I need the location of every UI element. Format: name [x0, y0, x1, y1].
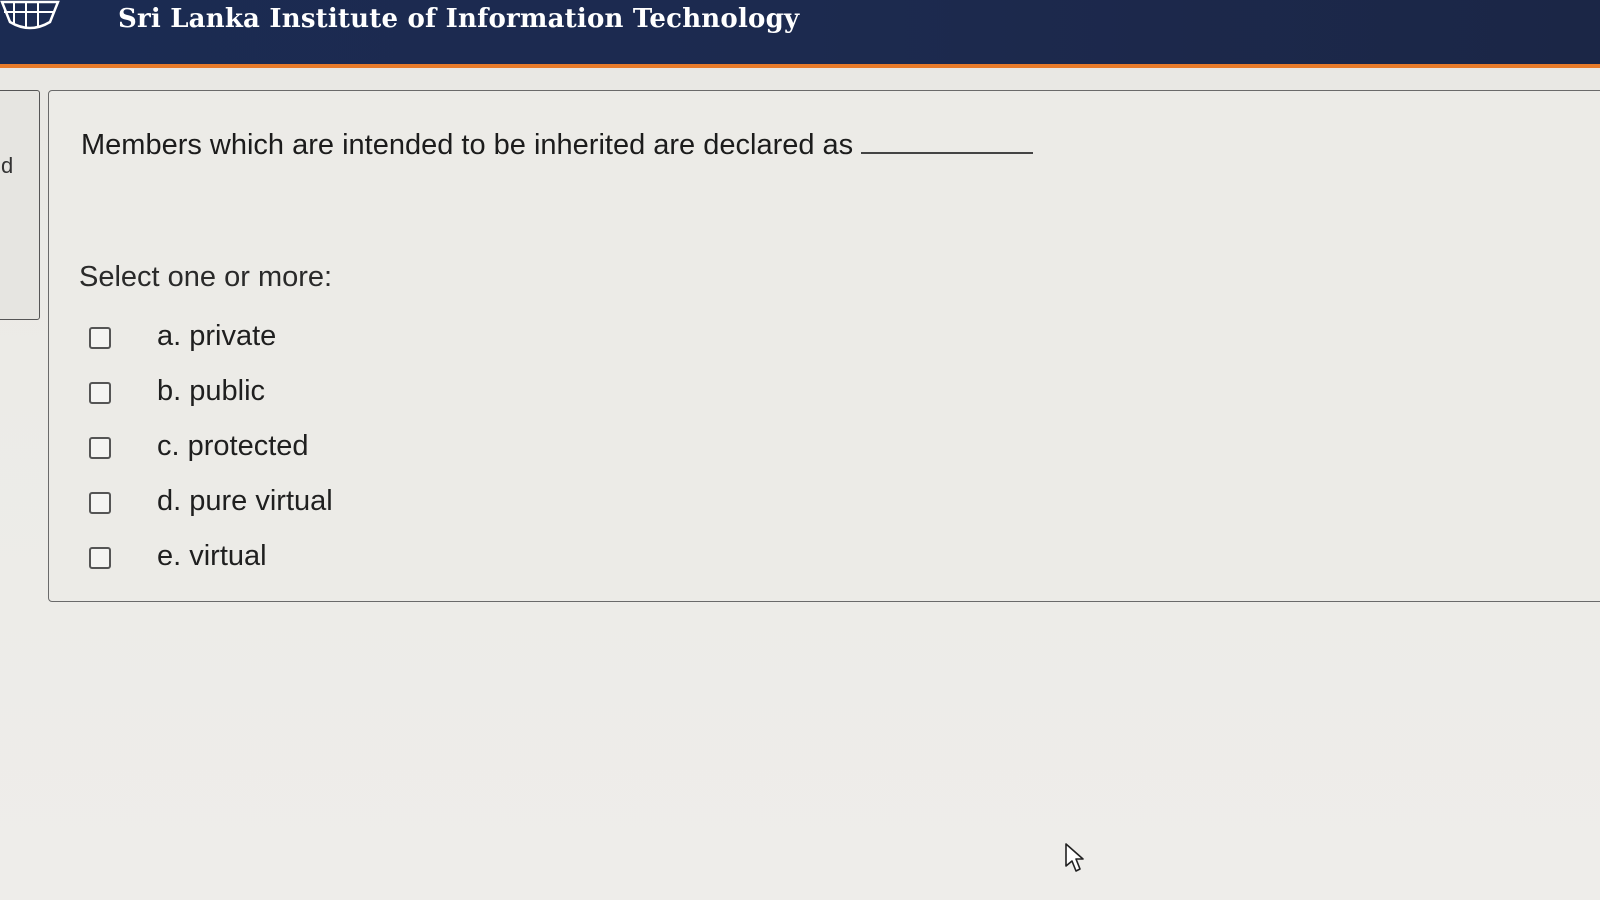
- option-e-checkbox[interactable]: [89, 546, 111, 569]
- mouse-pointer-icon: [1065, 843, 1084, 872]
- option-a-label[interactable]: a. private: [157, 320, 276, 353]
- option-a[interactable]: a. private: [89, 309, 333, 364]
- site-title[interactable]: Sri Lanka Institute of Information Techn…: [118, 4, 799, 34]
- side-panel: d: [0, 90, 40, 320]
- sliit-crest-icon[interactable]: [0, 0, 62, 34]
- answer-blank: [861, 130, 1034, 154]
- option-b-label[interactable]: b. public: [157, 375, 265, 408]
- option-b[interactable]: b. public: [89, 364, 333, 419]
- option-e[interactable]: e. virtual: [89, 529, 333, 584]
- option-d-checkbox[interactable]: [89, 491, 111, 514]
- question-stem: Members which are intended to be inherit…: [81, 129, 854, 161]
- answer-options: a. private b. public c. protected d. pur…: [89, 309, 333, 584]
- option-d[interactable]: d. pure virtual: [89, 474, 333, 529]
- option-a-checkbox[interactable]: [89, 326, 111, 349]
- option-b-checkbox[interactable]: [89, 381, 111, 404]
- option-c-checkbox[interactable]: [89, 436, 111, 459]
- option-c[interactable]: c. protected: [89, 419, 333, 474]
- option-c-label[interactable]: c. protected: [157, 430, 309, 463]
- side-panel-text: d: [1, 153, 14, 178]
- question-card: Members which are intended to be inherit…: [48, 90, 1600, 602]
- site-header: Sri Lanka Institute of Information Techn…: [0, 0, 1600, 68]
- question-text: Members which are intended to be inherit…: [81, 129, 1034, 162]
- option-e-label[interactable]: e. virtual: [157, 540, 267, 573]
- select-prompt: Select one or more:: [79, 261, 333, 293]
- option-d-label[interactable]: d. pure virtual: [157, 485, 333, 518]
